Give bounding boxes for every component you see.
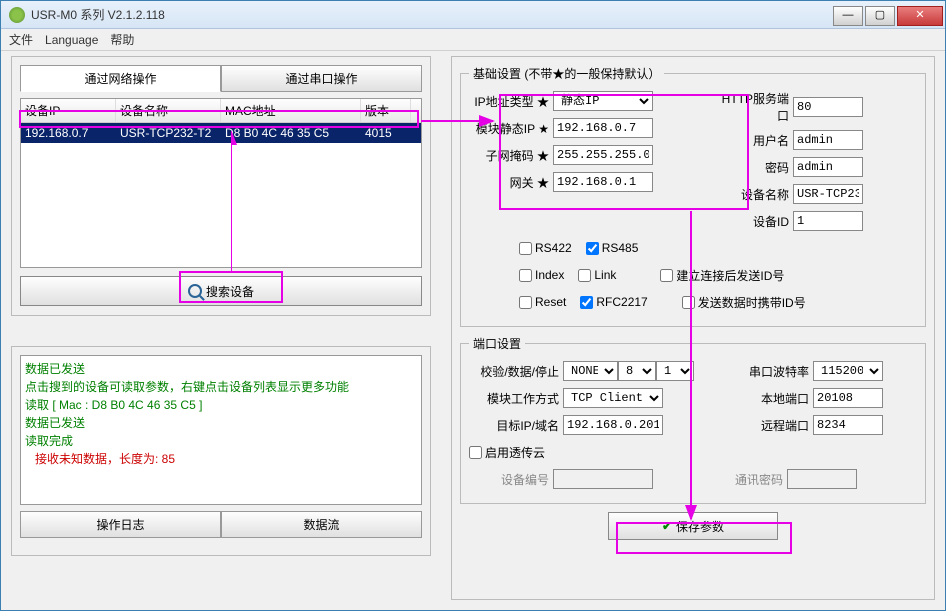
lbl-mask: 子网掩码 ★ xyxy=(469,147,549,164)
lbl-parity: 校验/数据/停止 xyxy=(469,363,559,380)
save-button[interactable]: ✔ 保存参数 xyxy=(608,512,778,540)
settings-panel: 基础设置 (不带★的一般保持默认） IP地址类型 ★ 静态IP 模块静态IP ★… xyxy=(451,56,935,600)
input-user[interactable] xyxy=(793,130,863,150)
select-stopbits[interactable]: 1 xyxy=(656,361,694,381)
input-staticip[interactable] xyxy=(553,118,653,138)
select-baud[interactable]: 115200 xyxy=(813,361,883,381)
lbl-commpwd: 通讯密码 xyxy=(713,471,783,488)
device-row[interactable]: 192.168.0.7 USR-TCP232-T2 D8 B0 4C 46 35… xyxy=(21,123,421,143)
cbx-sendid-data[interactable]: 发送数据时携带ID号 xyxy=(682,294,806,311)
hdr-mac: MAC地址 xyxy=(221,99,361,122)
lbl-devname: 设备名称 xyxy=(719,186,789,203)
basic-legend: 基础设置 (不带★的一般保持默认） xyxy=(469,65,664,82)
select-databits[interactable]: 8 xyxy=(618,361,656,381)
app-window: USR-M0 系列 V2.1.2.118 — ▢ ✕ 文件 Language 帮… xyxy=(0,0,946,611)
input-target[interactable] xyxy=(563,415,663,435)
input-devsn xyxy=(553,469,653,489)
port-settings: 端口设置 校验/数据/停止 NONE 8 1 模块工作方式 TCP Client… xyxy=(460,335,926,504)
search-icon xyxy=(188,284,202,298)
cbx-cloud[interactable]: 启用透传云 xyxy=(469,444,545,461)
log-line: 点击搜到的设备可读取参数，右键点击设备列表显示更多功能 xyxy=(25,378,417,396)
cbx-rs422[interactable]: RS422 xyxy=(519,241,572,255)
device-name: USR-TCP232-T2 xyxy=(116,125,221,141)
input-commpwd xyxy=(787,469,857,489)
log-panel: 数据已发送 点击搜到的设备可读取参数，右键点击设备列表显示更多功能 读取 [ M… xyxy=(11,346,431,556)
select-iptype[interactable]: 静态IP xyxy=(553,91,653,111)
lbl-target: 目标IP/域名 xyxy=(469,417,559,434)
log-line: 数据已发送 xyxy=(25,414,417,432)
menu-file[interactable]: 文件 xyxy=(9,31,33,48)
cbx-link[interactable]: Link xyxy=(578,268,616,282)
input-httpport[interactable] xyxy=(793,97,863,117)
minimize-button[interactable]: — xyxy=(833,6,863,26)
lbl-iptype: IP地址类型 ★ xyxy=(469,93,549,110)
tab-network[interactable]: 通过网络操作 xyxy=(20,65,221,92)
log-line-error: 接收未知数据，长度为: 85 xyxy=(25,450,417,468)
lbl-devsn: 设备编号 xyxy=(469,471,549,488)
cbx-rs485[interactable]: RS485 xyxy=(586,241,639,255)
tab-oplog[interactable]: 操作日志 xyxy=(20,511,221,538)
select-mode[interactable]: TCP Client xyxy=(563,388,663,408)
close-button[interactable]: ✕ xyxy=(897,6,943,26)
hdr-ver: 版本 xyxy=(361,99,411,122)
input-remoteport[interactable] xyxy=(813,415,883,435)
device-list[interactable]: 设备IP 设备名称 MAC地址 版本 192.168.0.7 USR-TCP23… xyxy=(20,98,422,268)
device-ver: 4015 xyxy=(361,125,411,141)
search-button[interactable]: 搜索设备 xyxy=(20,276,422,306)
hdr-ip: 设备IP xyxy=(21,99,116,122)
cbx-reset[interactable]: Reset xyxy=(519,295,566,309)
device-mac: D8 B0 4C 46 35 C5 xyxy=(221,125,361,141)
tab-dataflow[interactable]: 数据流 xyxy=(221,511,422,538)
log-line: 读取完成 xyxy=(25,432,417,450)
lbl-localport: 本地端口 xyxy=(739,390,809,407)
lbl-devid: 设备ID xyxy=(719,213,789,230)
lbl-gw: 网关 ★ xyxy=(469,174,549,191)
input-localport[interactable] xyxy=(813,388,883,408)
input-devid[interactable] xyxy=(793,211,863,231)
input-gw[interactable] xyxy=(553,172,653,192)
device-list-header: 设备IP 设备名称 MAC地址 版本 xyxy=(21,99,421,123)
lbl-pwd: 密码 xyxy=(719,159,789,176)
cbx-index[interactable]: Index xyxy=(519,268,564,282)
window-title: USR-M0 系列 V2.1.2.118 xyxy=(31,6,833,23)
lbl-mode: 模块工作方式 xyxy=(469,390,559,407)
lbl-user: 用户名 xyxy=(719,132,789,149)
device-ip: 192.168.0.7 xyxy=(21,125,116,141)
device-panel: 通过网络操作 通过串口操作 设备IP 设备名称 MAC地址 版本 192.168… xyxy=(11,56,431,316)
basic-settings: 基础设置 (不带★的一般保持默认） IP地址类型 ★ 静态IP 模块静态IP ★… xyxy=(460,65,926,327)
maximize-button[interactable]: ▢ xyxy=(865,6,895,26)
menu-help[interactable]: 帮助 xyxy=(110,31,134,48)
lbl-baud: 串口波特率 xyxy=(739,363,809,380)
app-icon xyxy=(9,7,25,23)
menubar: 文件 Language 帮助 xyxy=(1,29,945,51)
lbl-remoteport: 远程端口 xyxy=(739,417,809,434)
save-button-label: 保存参数 xyxy=(676,518,724,535)
menu-language[interactable]: Language xyxy=(45,33,98,47)
log-line: 数据已发送 xyxy=(25,360,417,378)
log-line: 读取 [ Mac : D8 B0 4C 46 35 C5 ] xyxy=(25,396,417,414)
input-pwd[interactable] xyxy=(793,157,863,177)
input-mask[interactable] xyxy=(553,145,653,165)
select-parity[interactable]: NONE xyxy=(563,361,618,381)
lbl-httpport: HTTP服务端口 xyxy=(719,90,789,124)
input-devname[interactable] xyxy=(793,184,863,204)
cbx-rfc[interactable]: RFC2217 xyxy=(580,295,647,309)
tab-serial[interactable]: 通过串口操作 xyxy=(221,65,422,92)
hdr-name: 设备名称 xyxy=(116,99,221,122)
port-legend: 端口设置 xyxy=(469,335,525,352)
lbl-staticip: 模块静态IP ★ xyxy=(469,120,549,137)
cbx-sendid-conn[interactable]: 建立连接后发送ID号 xyxy=(660,267,784,284)
search-button-label: 搜索设备 xyxy=(206,283,254,300)
check-icon: ✔ xyxy=(662,519,672,533)
log-box[interactable]: 数据已发送 点击搜到的设备可读取参数，右键点击设备列表显示更多功能 读取 [ M… xyxy=(20,355,422,505)
titlebar: USR-M0 系列 V2.1.2.118 — ▢ ✕ xyxy=(1,1,945,29)
